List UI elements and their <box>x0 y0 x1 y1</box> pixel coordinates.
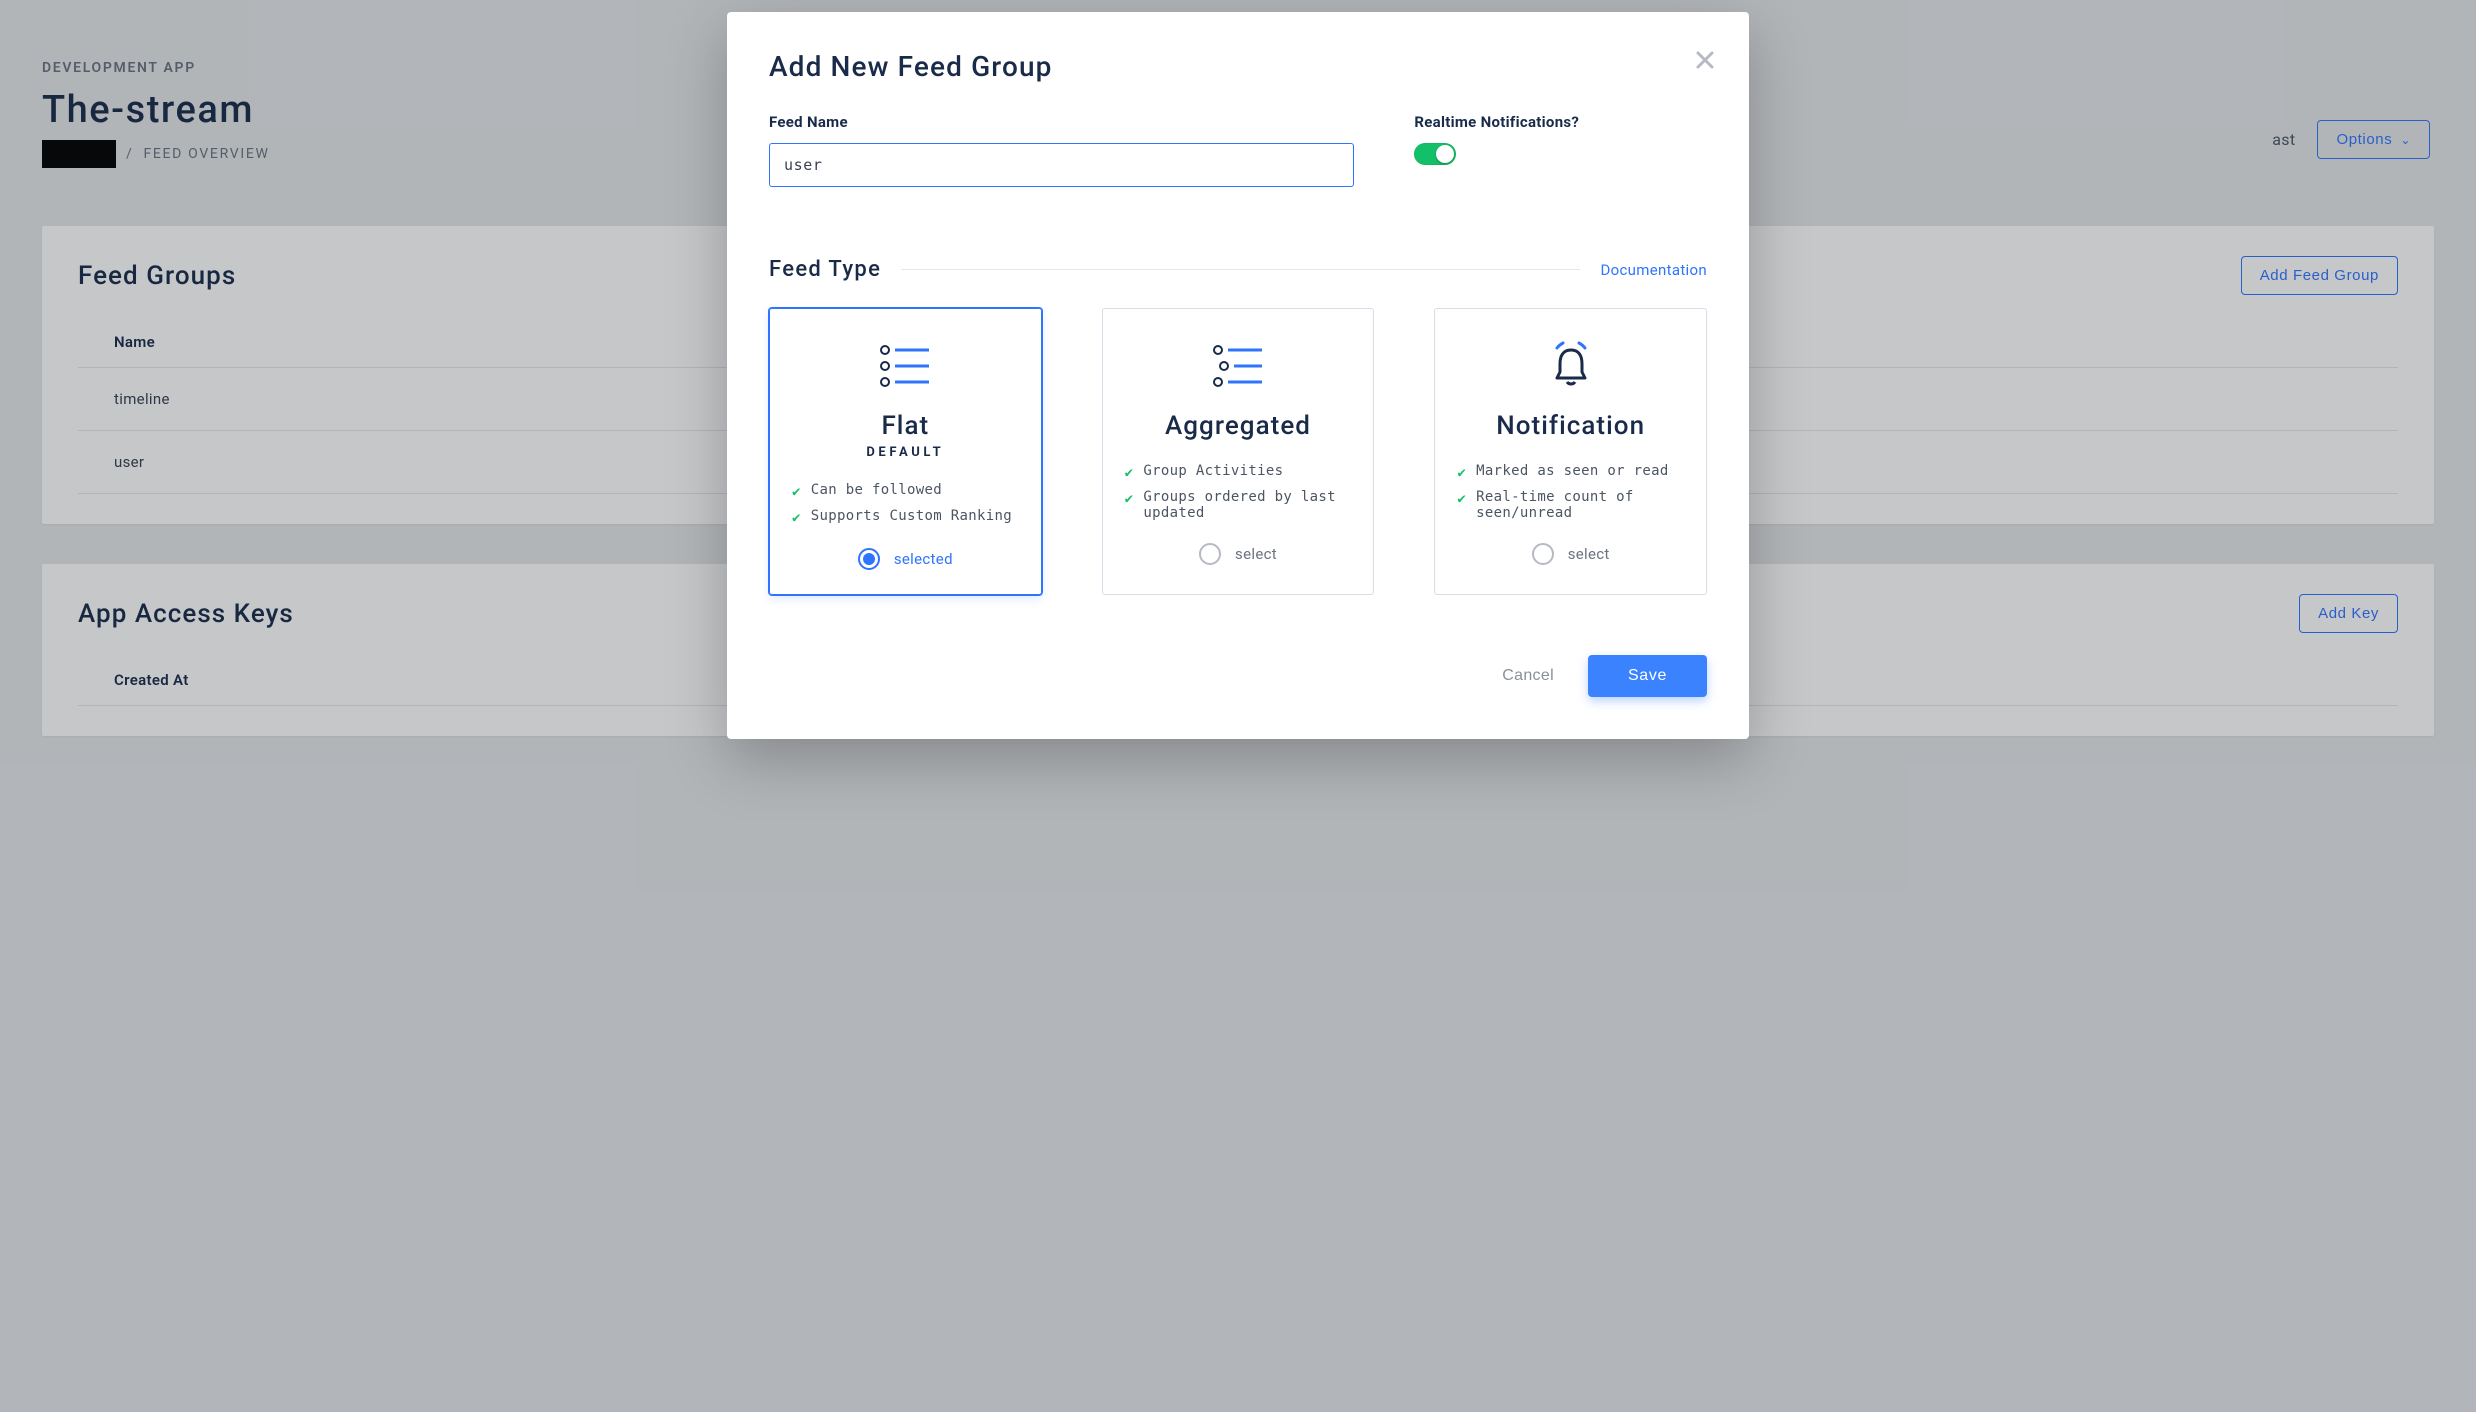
list-icon <box>792 339 1019 393</box>
check-icon: ✔ <box>1125 465 1134 481</box>
add-feed-group-modal: Add New Feed Group Feed Name Realtime No… <box>727 12 1749 739</box>
feed-type-aggregated[interactable]: Aggregated ✔Group Activities ✔Groups ord… <box>1102 308 1375 595</box>
type-radio-notification[interactable]: select <box>1457 543 1684 565</box>
feed-name-input[interactable] <box>769 143 1354 187</box>
realtime-label: Realtime Notifications? <box>1414 113 1707 131</box>
check-icon: ✔ <box>1457 491 1466 507</box>
type-radio-aggregated[interactable]: select <box>1125 543 1352 565</box>
grouped-list-icon <box>1125 339 1352 393</box>
check-icon: ✔ <box>792 510 801 526</box>
check-icon: ✔ <box>792 484 801 500</box>
close-icon[interactable] <box>1695 50 1715 74</box>
feed-type-notification[interactable]: Notification ✔Marked as seen or read ✔Re… <box>1434 308 1707 595</box>
type-title: Aggregated <box>1125 411 1352 441</box>
bell-icon <box>1457 339 1684 393</box>
realtime-toggle[interactable] <box>1414 143 1456 165</box>
feed-type-options: Flat DEFAULT ✔Can be followed ✔Supports … <box>769 308 1707 595</box>
type-title: Flat <box>792 411 1019 441</box>
type-radio-flat[interactable]: selected <box>792 548 1019 570</box>
radio-icon <box>1532 543 1554 565</box>
radio-icon <box>858 548 880 570</box>
documentation-link[interactable]: Documentation <box>1600 261 1707 279</box>
toggle-knob <box>1436 145 1454 163</box>
feed-type-flat[interactable]: Flat DEFAULT ✔Can be followed ✔Supports … <box>769 308 1042 595</box>
feed-name-label: Feed Name <box>769 113 1354 131</box>
type-subtitle: DEFAULT <box>792 445 1019 460</box>
cancel-button[interactable]: Cancel <box>1502 667 1554 685</box>
type-title: Notification <box>1457 411 1684 441</box>
radio-icon <box>1199 543 1221 565</box>
check-icon: ✔ <box>1125 491 1134 507</box>
check-icon: ✔ <box>1457 465 1466 481</box>
save-button[interactable]: Save <box>1588 655 1707 697</box>
feed-type-label: Feed Type <box>769 257 881 282</box>
feed-type-header: Feed Type Documentation <box>769 257 1707 282</box>
modal-title: Add New Feed Group <box>769 50 1707 83</box>
